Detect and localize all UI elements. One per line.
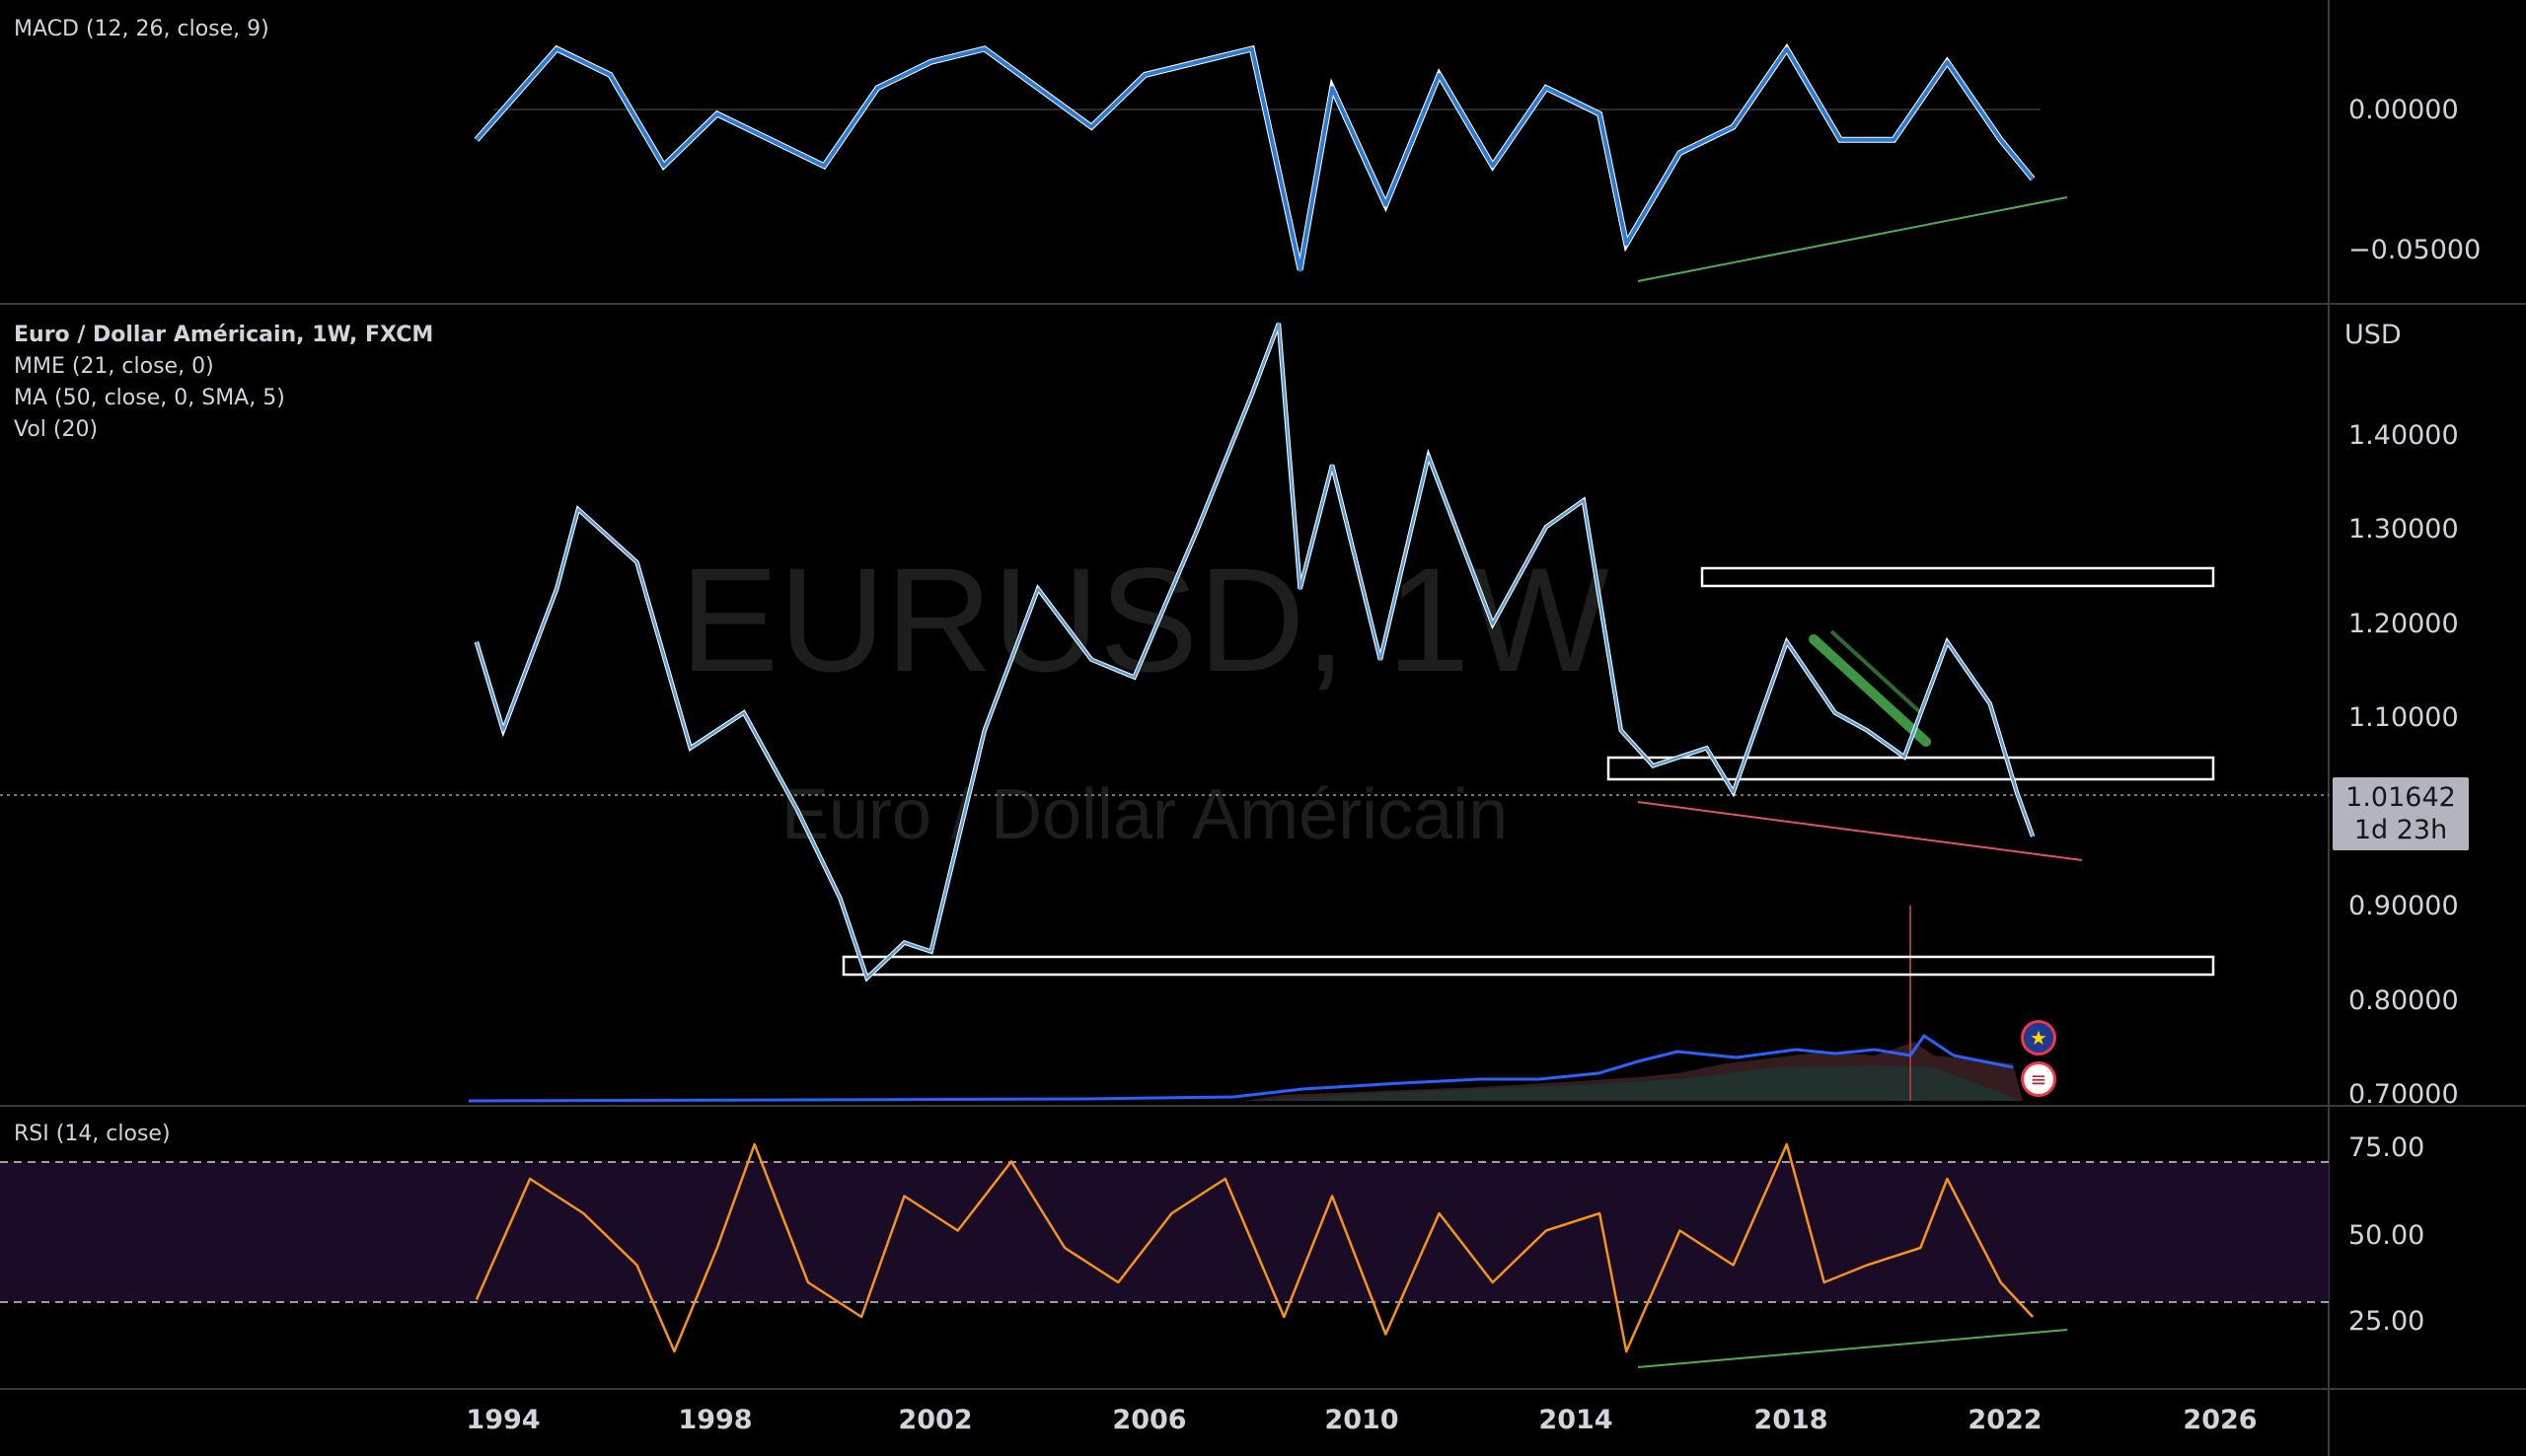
bar-countdown: 1d 23h	[2353, 815, 2448, 845]
time-axis-label: 1994	[466, 1405, 540, 1435]
price-legend[interactable]: Euro / Dollar Américain, 1W, FXCM MME (2…	[14, 320, 433, 446]
indicator-legend-ema[interactable]: MME (21, close, 0)	[14, 351, 433, 383]
rsi-axis-label: 25.00	[2348, 1306, 2424, 1337]
price-axis-label: 0.70000	[2348, 1079, 2459, 1110]
time-axis-label: 2018	[1753, 1405, 1827, 1435]
macd-legend[interactable]: MACD (12, 26, close, 9)	[14, 14, 269, 45]
rsi-legend-label: RSI (14, close)	[14, 1122, 171, 1146]
price-axis-label: 0.80000	[2348, 985, 2459, 1016]
time-axis[interactable]: 1994 1998 2002 2006 2010 2014 2018 2022 …	[466, 1405, 2257, 1435]
rsi-axis-label: 75.00	[2348, 1132, 2424, 1163]
rsi-axis-label: 50.00	[2348, 1220, 2424, 1251]
macd-axis-label: 0.00000	[2348, 95, 2459, 125]
time-axis-label: 2022	[1968, 1405, 2042, 1435]
symbol-legend-title: Euro / Dollar Américain, 1W, FXCM	[14, 323, 434, 347]
chart-canvas[interactable]: EURUSD, 1W Euro / Dollar Américain 0.000…	[0, 0, 2526, 1456]
last-price-tag: 1.01642 1d 23h	[2333, 777, 2469, 850]
price-axis-label: 1.30000	[2348, 514, 2459, 545]
rsi-band	[0, 1162, 2329, 1302]
us-flag-icon[interactable]: ≡	[2021, 1061, 2056, 1097]
time-axis-label: 2010	[1324, 1405, 1398, 1435]
price-axis-label: 0.90000	[2348, 891, 2459, 921]
time-axis-label: 2002	[898, 1405, 972, 1435]
rsi-legend[interactable]: RSI (14, close)	[14, 1119, 171, 1150]
time-axis-label: 2006	[1112, 1405, 1186, 1435]
macd-axis-label: −0.05000	[2348, 235, 2481, 265]
currency-label: USD	[2344, 320, 2402, 350]
time-axis-label: 2026	[2183, 1405, 2257, 1435]
indicator-legend-volume[interactable]: Vol (20)	[14, 414, 433, 446]
price-axis-label: 1.10000	[2348, 702, 2459, 733]
price-axis-label: 1.40000	[2348, 420, 2459, 451]
eu-flag-icon[interactable]: ★	[2021, 1020, 2056, 1056]
last-price-value: 1.01642	[2345, 782, 2456, 813]
time-axis-label: 1998	[678, 1405, 752, 1435]
price-axis-label: 1.20000	[2348, 609, 2459, 639]
watermark-description: Euro / Dollar Américain	[781, 775, 1508, 854]
macd-legend-label: MACD (12, 26, close, 9)	[14, 17, 269, 41]
time-axis-label: 2014	[1538, 1405, 1612, 1435]
indicator-legend-ma[interactable]: MA (50, close, 0, SMA, 5)	[14, 383, 433, 414]
